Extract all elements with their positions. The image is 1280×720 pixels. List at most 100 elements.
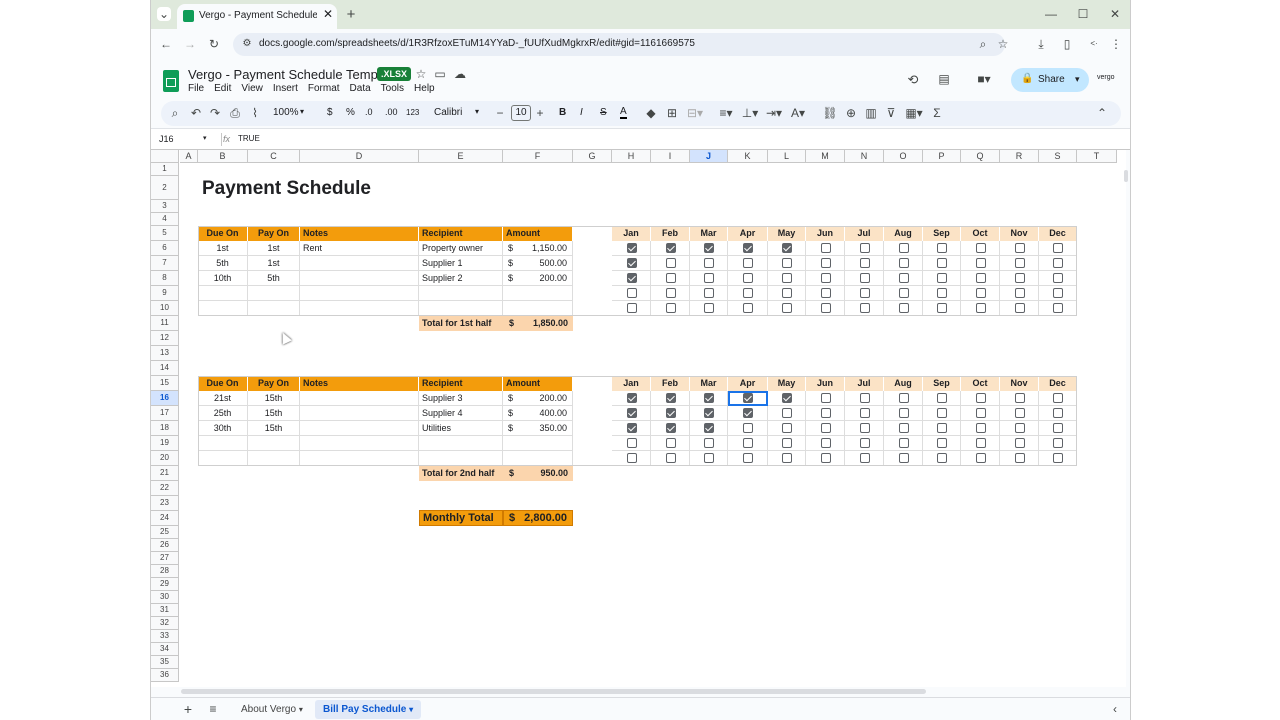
menu-format[interactable]: Format [308,83,340,94]
checkbox-dec[interactable] [1053,288,1063,298]
tab-list-icon[interactable]: ⌄ [157,7,171,21]
amount-cell[interactable] [503,451,573,466]
checkbox-oct[interactable] [976,243,986,253]
month-cell[interactable] [728,391,768,406]
column-header-h[interactable]: H [612,150,651,163]
checkbox-feb[interactable] [666,258,676,268]
due-cell[interactable]: 1st [198,241,248,256]
explore-collapse-icon[interactable]: ‹ [1109,703,1121,715]
month-cell[interactable] [923,436,961,451]
month-cell[interactable] [612,241,651,256]
month-cell[interactable] [884,301,923,316]
checkbox-aug[interactable] [899,303,909,313]
month-header-feb[interactable]: Feb [651,226,690,241]
recipient-cell[interactable] [419,436,503,451]
checkbox-oct[interactable] [976,423,986,433]
filter-views-icon[interactable]: ▦▾ [904,107,924,119]
forward-icon[interactable]: → [183,37,197,51]
row-header-19[interactable]: 19 [151,436,179,451]
month-header-oct[interactable]: Oct [961,376,1000,391]
checkbox-dec[interactable] [1053,423,1063,433]
column-header-l[interactable]: L [768,150,806,163]
collapse-toolbar-icon[interactable]: ⌃ [1096,107,1108,119]
checkbox-aug[interactable] [899,423,909,433]
column-header-i[interactable]: I [651,150,690,163]
checkbox-jan[interactable] [627,453,637,463]
checkbox-jan[interactable] [627,288,637,298]
filter-icon[interactable]: ⊽ [885,107,897,119]
month-cell[interactable] [845,406,884,421]
amount-cell[interactable]: $200.00 [503,271,573,286]
row-header-13[interactable]: 13 [151,346,179,361]
month-header-sep[interactable]: Sep [923,376,961,391]
month-cell[interactable] [1039,406,1077,421]
due-cell[interactable] [198,286,248,301]
month-cell[interactable] [806,286,845,301]
column-header-e[interactable]: E [419,150,503,163]
sheet-tab-about-vergo[interactable]: About Vergo ▾ [233,700,311,719]
vertical-align-icon[interactable]: ⊥▾ [741,107,759,119]
month-cell[interactable] [728,286,768,301]
checkbox-dec[interactable] [1053,438,1063,448]
name-box-dropdown-icon[interactable]: ▾ [203,134,207,142]
month-cell[interactable] [923,301,961,316]
due-cell[interactable] [198,436,248,451]
checkbox-dec[interactable] [1053,243,1063,253]
row-header-14[interactable]: 14 [151,361,179,376]
checkbox-aug[interactable] [899,408,909,418]
month-cell[interactable] [1039,271,1077,286]
total-label[interactable]: Total for 1st half [419,316,503,331]
checkbox-nov[interactable] [1015,288,1025,298]
month-cell[interactable] [961,271,1000,286]
month-header-may[interactable]: May [768,226,806,241]
month-cell[interactable] [728,301,768,316]
checkbox-aug[interactable] [899,393,909,403]
month-cell[interactable] [884,241,923,256]
undo-icon[interactable]: ↶ [190,107,202,119]
checkbox-jun[interactable] [821,243,831,253]
column-header-m[interactable]: M [806,150,845,163]
month-cell[interactable] [768,421,806,436]
checkbox-may[interactable] [782,273,792,283]
row-header-30[interactable]: 30 [151,591,179,604]
sheet-tab-bill-pay-schedule[interactable]: Bill Pay Schedule ▾ [315,700,422,719]
checkbox-nov[interactable] [1015,273,1025,283]
month-cell[interactable] [690,421,728,436]
row-header-9[interactable]: 9 [151,286,179,301]
strikethrough-button[interactable]: S [600,107,607,118]
checkbox-apr[interactable] [743,258,753,268]
checkbox-jul[interactable] [860,303,870,313]
row-header-10[interactable]: 10 [151,301,179,316]
month-cell[interactable] [1039,286,1077,301]
checkbox-oct[interactable] [976,438,986,448]
checkbox-jun[interactable] [821,393,831,403]
row-header-5[interactable]: 5 [151,226,179,241]
checkbox-sep[interactable] [937,243,947,253]
pay-cell[interactable] [248,301,300,316]
checkbox-nov[interactable] [1015,303,1025,313]
month-cell[interactable] [806,241,845,256]
due-cell[interactable]: 30th [198,421,248,436]
month-cell[interactable] [690,241,728,256]
month-cell[interactable] [923,271,961,286]
checkbox-oct[interactable] [976,288,986,298]
month-cell[interactable] [961,406,1000,421]
checkbox-nov[interactable] [1015,438,1025,448]
total-label[interactable]: Total for 2nd half [419,466,503,481]
checkbox-nov[interactable] [1015,453,1025,463]
header-pay[interactable]: Pay On [248,376,300,391]
recipient-cell[interactable] [419,286,503,301]
pay-cell[interactable]: 15th [248,421,300,436]
month-cell[interactable] [961,391,1000,406]
spreadsheet-grid[interactable]: ABCDEFGHIJKLMNOPQRST 1 2 3 4 5 6 7 8 9 10 11 12 13 14… [151,150,1126,687]
menu-view[interactable]: View [241,83,263,94]
month-header-nov[interactable]: Nov [1000,226,1039,241]
checkbox-feb[interactable] [666,288,676,298]
due-cell[interactable]: 25th [198,406,248,421]
row-header-8[interactable]: 8 [151,271,179,286]
horizontal-align-icon[interactable]: ≡▾ [717,107,735,119]
month-cell[interactable] [1000,421,1039,436]
menu-edit[interactable]: Edit [214,83,231,94]
month-cell[interactable] [923,256,961,271]
month-cell[interactable] [690,436,728,451]
